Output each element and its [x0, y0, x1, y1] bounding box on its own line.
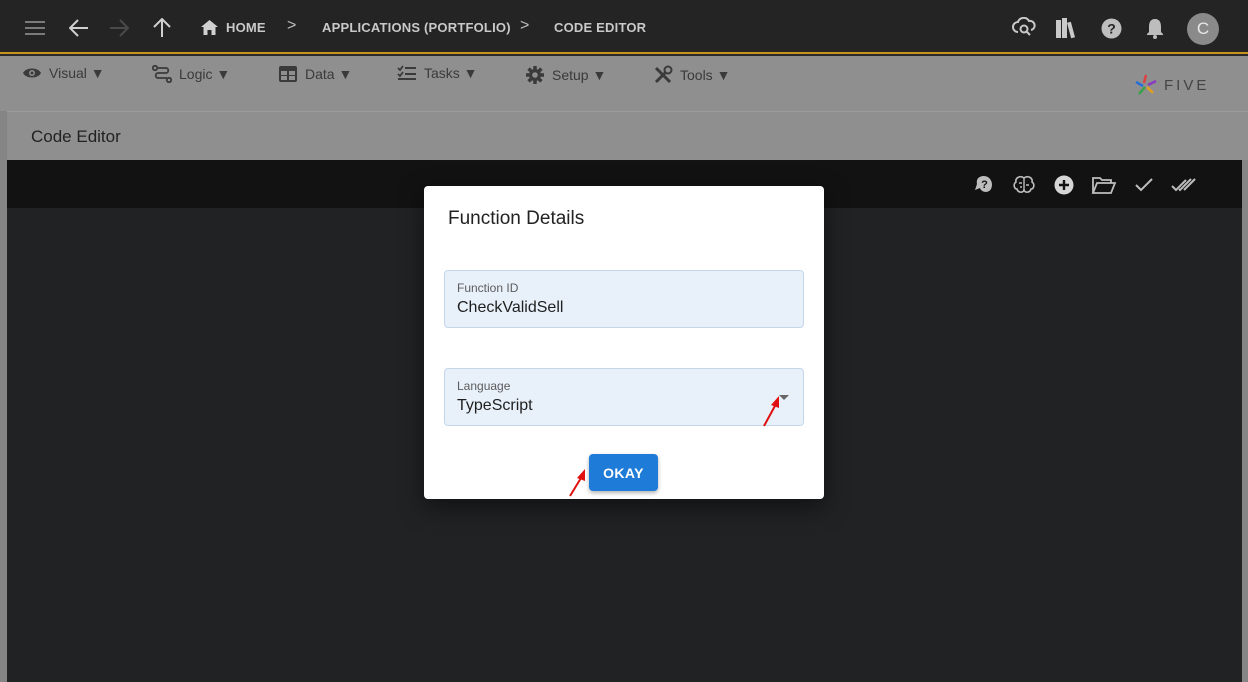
help-icon[interactable]: ? [1100, 17, 1122, 39]
breadcrumb-separator: > [287, 17, 297, 34]
svg-text:?: ? [1107, 20, 1116, 36]
menu-tasks[interactable]: Tasks ▼ [397, 65, 478, 81]
language-label: Language [457, 379, 511, 393]
menu-setup[interactable]: Setup ▼ [525, 65, 606, 85]
menu-label: Logic ▼ [179, 66, 231, 82]
left-edge-strip [0, 111, 7, 682]
logo-text: FIVE [1164, 76, 1210, 94]
cloud-search-icon[interactable] [1012, 17, 1036, 39]
menu-logic[interactable]: Logic ▼ [152, 65, 230, 83]
menu-tools[interactable]: Tools ▼ [653, 65, 730, 85]
annotation-arrow-icon [763, 396, 779, 427]
flow-icon [152, 65, 172, 83]
table-icon [279, 66, 297, 82]
breadcrumb-home[interactable]: HOME [201, 20, 266, 35]
forward-arrow-icon[interactable] [108, 17, 130, 39]
five-logo: FIVE [1134, 74, 1209, 96]
page-header: Code Editor [7, 111, 1248, 160]
breadcrumb-code-editor[interactable]: CODE EDITOR [554, 20, 646, 35]
svg-text:?: ? [981, 179, 988, 191]
function-id-field[interactable]: Function ID CheckValidSell [444, 270, 804, 328]
notification-bell-icon[interactable] [1144, 17, 1166, 39]
page-title: Code Editor [31, 127, 121, 146]
eye-icon [23, 68, 41, 78]
right-edge-strip [1242, 160, 1248, 682]
avatar[interactable]: C [1187, 13, 1219, 45]
check-icon[interactable] [1133, 174, 1155, 196]
main-menu-bar: Visual ▼ Logic ▼ Data ▼ Tasks ▼ Setup ▼ … [0, 56, 1248, 111]
five-logo-mark [1135, 74, 1157, 95]
okay-button[interactable]: OKAY [589, 454, 658, 491]
home-icon [201, 20, 218, 35]
help-bubble-icon[interactable]: ? [973, 174, 995, 196]
menu-label: Setup ▼ [552, 67, 607, 83]
breadcrumb-label: APPLICATIONS (PORTFOLIO) [322, 20, 511, 35]
menu-visual[interactable]: Visual ▼ [22, 65, 105, 81]
dialog-title: Function Details [448, 208, 585, 229]
open-folder-icon[interactable] [1091, 174, 1117, 196]
language-value: TypeScript [457, 397, 533, 414]
menu-label: Visual ▼ [49, 65, 105, 81]
breadcrumb-separator: > [520, 17, 530, 34]
double-check-icon[interactable] [1171, 174, 1197, 196]
menu-label: Tools ▼ [680, 67, 731, 83]
menu-label: Data ▼ [305, 66, 353, 82]
up-arrow-icon[interactable] [151, 17, 173, 39]
menu-label: Tasks ▼ [424, 65, 478, 81]
menu-data[interactable]: Data ▼ [278, 65, 352, 83]
back-arrow-icon[interactable] [68, 17, 90, 39]
add-circle-icon[interactable] [1053, 174, 1075, 196]
breadcrumb-label: HOME [226, 20, 266, 35]
gear-icon [526, 66, 544, 84]
breadcrumb-label: CODE EDITOR [554, 20, 647, 35]
breadcrumb-applications[interactable]: APPLICATIONS (PORTFOLIO) [322, 20, 511, 35]
brain-icon[interactable] [1013, 174, 1035, 196]
tools-icon [654, 65, 673, 84]
library-icon[interactable] [1055, 17, 1079, 39]
annotation-arrow-icon [569, 469, 585, 497]
menu-icon[interactable] [24, 17, 46, 39]
function-details-dialog: Function Details Function ID CheckValidS… [424, 186, 824, 499]
checklist-icon [397, 65, 416, 80]
function-id-value: CheckValidSell [457, 299, 564, 316]
top-app-bar: HOME > APPLICATIONS (PORTFOLIO) > CODE E… [0, 0, 1248, 54]
function-id-label: Function ID [457, 281, 519, 295]
language-select[interactable]: Language TypeScript [444, 368, 804, 426]
